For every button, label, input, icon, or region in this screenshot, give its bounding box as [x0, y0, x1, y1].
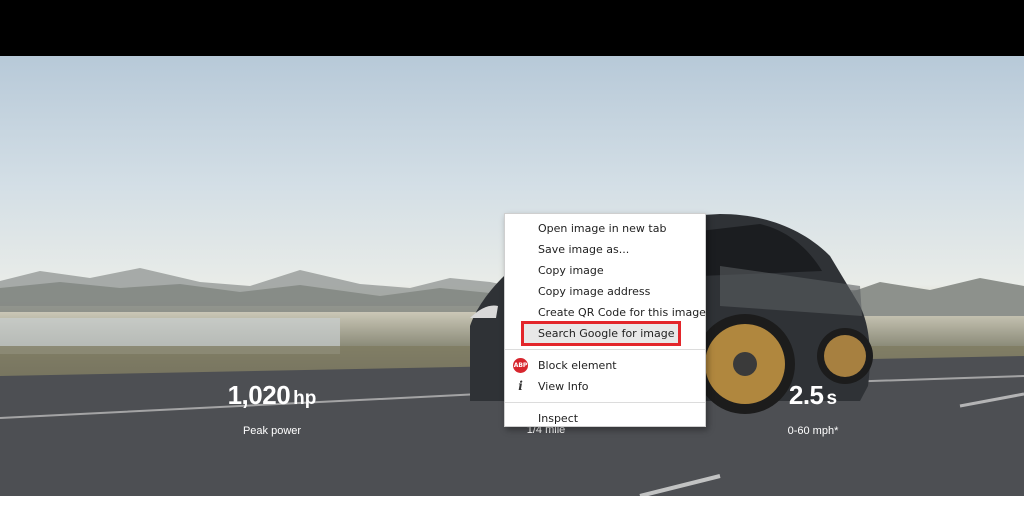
menu-item-copy-image[interactable]: Copy image [505, 260, 705, 281]
page-header-bar [0, 0, 1024, 56]
stat-peak-power: 1,020 hp Peak power [220, 380, 324, 437]
stat-unit: s [826, 388, 838, 409]
car-rim-rear [824, 335, 866, 377]
stat-value: 2.5 [788, 380, 824, 410]
browser-viewport: 1,020 hp Peak power 1/4 mile 2.5 s 0-60 mp… [0, 0, 1024, 508]
menu-item-block-element[interactable]: ABP Block element [505, 355, 705, 376]
menu-item-view-info[interactable]: i View Info [505, 376, 705, 397]
stat-value: 1,020 [227, 380, 291, 410]
stat-label: Peak power [242, 425, 302, 437]
page-footer-strip [0, 496, 1024, 508]
menu-item-copy-image-address[interactable]: Copy image address [505, 281, 705, 302]
image-context-menu: Open image in new tab Save image as... C… [504, 213, 706, 427]
menu-item-label: Block element [538, 359, 617, 372]
stat-label: 0-60 mph* [787, 425, 839, 437]
menu-item-search-google-for-image[interactable]: Search Google for image [521, 321, 681, 346]
menu-item-label: View Info [538, 380, 589, 393]
menu-item-open-image-new-tab[interactable]: Open image in new tab [505, 218, 705, 239]
menu-separator [505, 349, 705, 350]
car-window [700, 224, 822, 276]
adblock-plus-icon: ABP [513, 358, 528, 373]
car-hub-front [733, 352, 757, 376]
info-icon: i [518, 379, 523, 393]
stat-acceleration: 2.5 s 0-60 mph* [770, 380, 856, 437]
mountain-range-right [840, 278, 1024, 316]
stat-unit: hp [293, 388, 317, 409]
menu-separator [505, 402, 705, 403]
menu-item-inspect[interactable]: Inspect [505, 408, 705, 429]
menu-item-save-image-as[interactable]: Save image as... [505, 239, 705, 260]
menu-item-create-qr-code[interactable]: Create QR Code for this image [505, 302, 706, 323]
